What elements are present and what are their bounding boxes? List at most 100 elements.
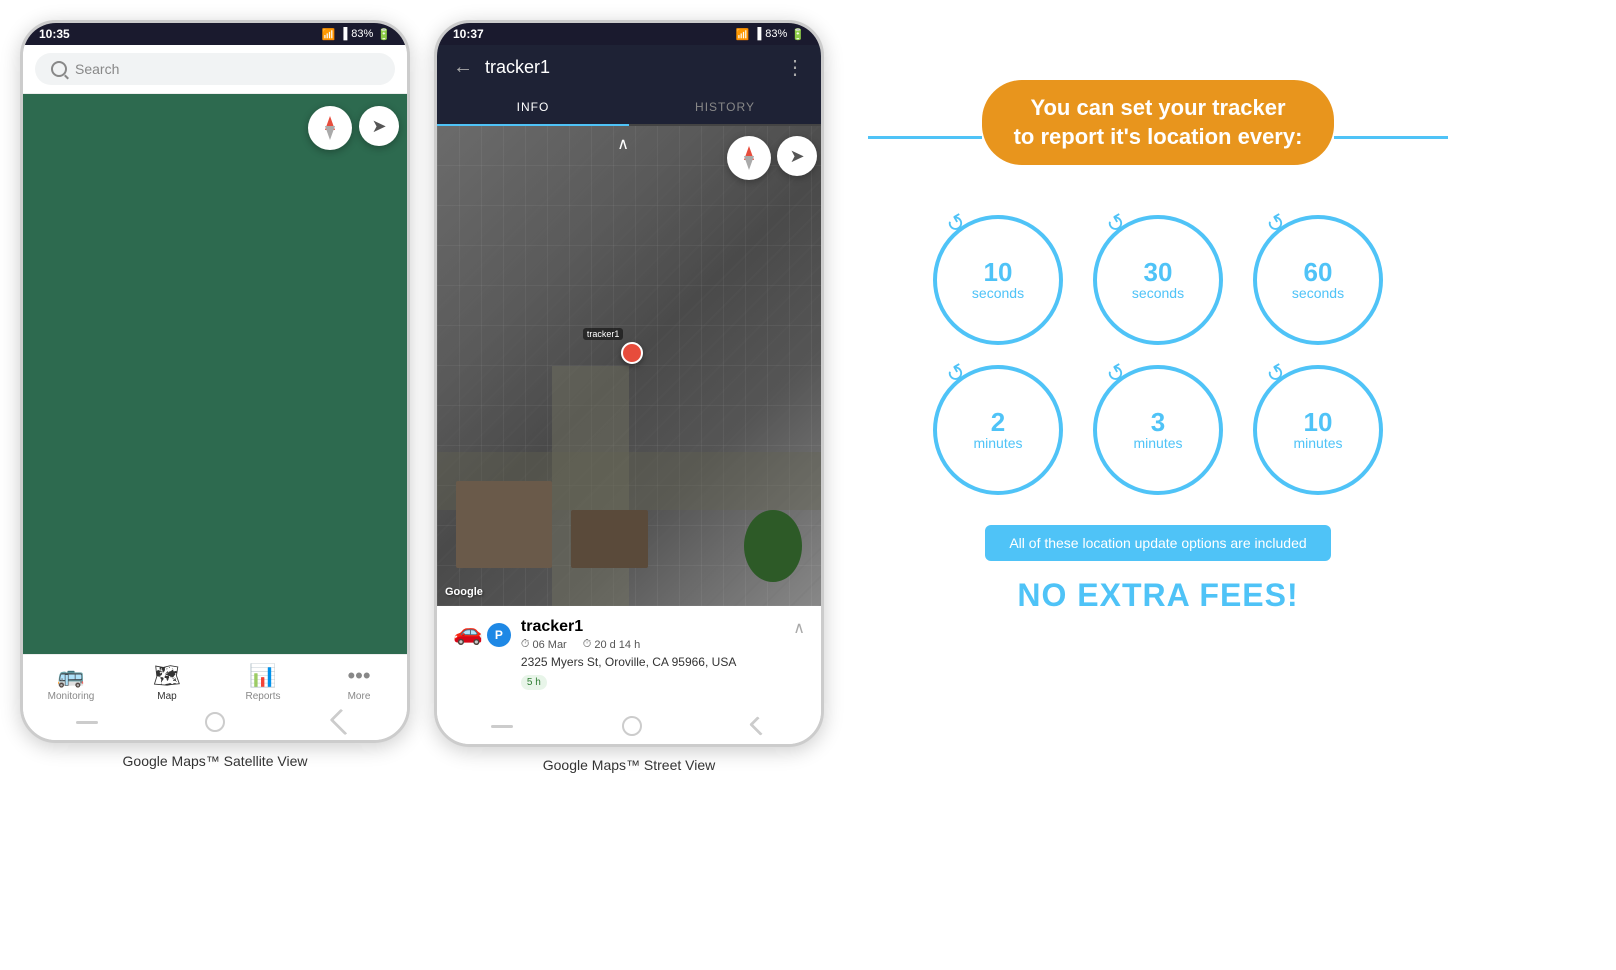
search-input-wrap[interactable]: Search bbox=[35, 53, 395, 85]
circle-number-2: 30 bbox=[1144, 259, 1173, 285]
sys-btn-back-p2[interactable] bbox=[749, 716, 769, 736]
more-button[interactable]: ⋮ bbox=[785, 55, 805, 80]
system-nav-phone2 bbox=[437, 710, 821, 744]
circle-arrow-4: ↺ bbox=[942, 358, 971, 390]
nav-item-map[interactable]: 🗺 Map bbox=[119, 663, 215, 702]
circle-arrow-3: ↺ bbox=[1262, 208, 1291, 240]
circle-30-seconds: ↺ 30 seconds bbox=[1093, 215, 1223, 345]
location-button-p2[interactable]: ➤ bbox=[777, 136, 817, 176]
no-extra-fees-text: NO EXTRA FEES! bbox=[1017, 577, 1298, 614]
monitoring-icon: 🚌 bbox=[57, 663, 84, 689]
phone2-mockup: 10:37 📶 ▐ 83% 🔋 ← tracker1 ⋮ INFO bbox=[434, 20, 824, 747]
sys-btn-recent[interactable] bbox=[76, 721, 98, 724]
tracker-label-map2: tracker1 bbox=[583, 328, 624, 340]
circle-number-5: 3 bbox=[1151, 409, 1165, 435]
bottom-nav-phone1: 🚌 Monitoring 🗺 Map 📊 Reports ••• More bbox=[23, 654, 407, 706]
sys-btn-back[interactable] bbox=[329, 709, 356, 736]
nav-label-reports: Reports bbox=[245, 691, 280, 702]
wifi-icon-p2: 📶 bbox=[736, 28, 750, 41]
tracker-address: 2325 Myers St, Oroville, CA 95966, USA bbox=[521, 655, 783, 669]
headline-wrapper: You can set your tracker to report it's … bbox=[868, 80, 1448, 195]
circle-number-4: 2 bbox=[991, 409, 1005, 435]
compass-button-p2[interactable] bbox=[727, 136, 771, 180]
headline-left-line bbox=[868, 136, 982, 139]
google-watermark-map2: Google bbox=[445, 586, 483, 598]
timer-icon: ⏱ bbox=[583, 638, 592, 651]
circle-unit-5: minutes bbox=[1133, 435, 1182, 451]
tracker-details: tracker1 ⏱ 06 Mar ⏱ 20 d 14 h 2325 Mye bbox=[521, 618, 783, 690]
meta-date: ⏱ 06 Mar bbox=[521, 638, 567, 651]
phone1-column: 10:35 📶 ▐ 83% 🔋 Search bbox=[20, 20, 410, 769]
reports-icon: 📊 bbox=[249, 663, 276, 689]
battery-text-phone1: 83% bbox=[351, 28, 373, 40]
nav-label-monitoring: Monitoring bbox=[48, 691, 95, 702]
status-time-phone1: 10:35 bbox=[39, 27, 70, 41]
circle-60-seconds: ↺ 60 seconds bbox=[1253, 215, 1383, 345]
circle-number-1: 10 bbox=[984, 259, 1013, 285]
more-icon: ••• bbox=[347, 663, 370, 689]
included-banner: All of these location update options are… bbox=[985, 525, 1330, 561]
circle-number-6: 10 bbox=[1304, 409, 1333, 435]
circle-10-seconds: ↺ 10 seconds bbox=[933, 215, 1063, 345]
circle-unit-1: seconds bbox=[972, 285, 1024, 301]
sys-btn-home[interactable] bbox=[205, 712, 225, 732]
signal-icon-p2: ▐ bbox=[753, 28, 761, 40]
circle-unit-3: seconds bbox=[1292, 285, 1344, 301]
panel-chevron[interactable]: ∧ bbox=[617, 134, 629, 154]
status-badge-5h: 5 h bbox=[521, 675, 547, 690]
tracker-info-panel: 🚗 P tracker1 ⏱ 06 Mar ⏱ 20 d 14 bbox=[437, 606, 821, 710]
nav-item-more[interactable]: ••• More bbox=[311, 663, 407, 702]
status-icons-phone2: 📶 ▐ 83% 🔋 bbox=[736, 28, 805, 41]
compass-needle-p2 bbox=[743, 146, 755, 170]
sys-btn-home-p2[interactable] bbox=[622, 716, 642, 736]
circle-unit-6: minutes bbox=[1293, 435, 1342, 451]
headline-banner: You can set your tracker to report it's … bbox=[982, 80, 1335, 165]
circle-unit-4: minutes bbox=[973, 435, 1022, 451]
sys-btn-recent-p2[interactable] bbox=[491, 725, 513, 728]
tab-info[interactable]: INFO bbox=[437, 90, 629, 126]
circle-number-3: 60 bbox=[1304, 259, 1333, 285]
nav-label-more: More bbox=[348, 691, 371, 702]
circles-grid: ↺ 10 seconds ↺ 30 seconds ↺ 60 s bbox=[933, 215, 1383, 495]
car-icon: 🚗 bbox=[453, 618, 483, 647]
tracker-p-badge: P bbox=[487, 623, 511, 647]
battery-icon-p2: 🔋 bbox=[791, 28, 805, 41]
phone2-header: ← tracker1 ⋮ bbox=[437, 45, 821, 90]
tracker-icons: 🚗 P bbox=[453, 618, 511, 647]
nav-item-reports[interactable]: 📊 Reports bbox=[215, 663, 311, 702]
nav-item-monitoring[interactable]: 🚌 Monitoring bbox=[23, 663, 119, 702]
location-icon: ➤ bbox=[371, 116, 386, 137]
status-bar-phone2: 10:37 📶 ▐ 83% 🔋 bbox=[437, 23, 821, 45]
compass-needle bbox=[324, 116, 336, 140]
circle-arrow-5: ↺ bbox=[1102, 358, 1131, 390]
phone2-caption: Google Maps™ Street View bbox=[543, 757, 716, 773]
circle-3-minutes: ↺ 3 minutes bbox=[1093, 365, 1223, 495]
header-title: tracker1 bbox=[485, 57, 773, 78]
chevron-up-icon[interactable]: ∧ bbox=[793, 618, 805, 638]
circle-unit-2: seconds bbox=[1132, 285, 1184, 301]
system-nav-phone1 bbox=[23, 706, 407, 740]
nav-label-map: Map bbox=[157, 691, 176, 702]
compass-button[interactable] bbox=[308, 106, 352, 150]
search-placeholder: Search bbox=[75, 61, 119, 77]
circle-arrow-6: ↺ bbox=[1262, 358, 1291, 390]
location-icon-p2: ➤ bbox=[789, 146, 804, 167]
trees1 bbox=[744, 510, 802, 582]
location-button[interactable]: ➤ bbox=[359, 106, 399, 146]
tabs-row: INFO HISTORY bbox=[437, 90, 821, 126]
search-bar: Search bbox=[23, 45, 407, 94]
tab-history[interactable]: HISTORY bbox=[629, 90, 821, 124]
map-icon: 🗺 bbox=[153, 663, 181, 689]
satellite-map-area[interactable]: ➤ iTrack1TE BOLD (0177) Google 200 mi500… bbox=[23, 94, 407, 654]
tracker-meta: ⏱ 06 Mar ⏱ 20 d 14 h bbox=[521, 638, 783, 651]
back-button[interactable]: ← bbox=[453, 56, 473, 79]
status-icons-phone1: 📶 ▐ 83% 🔋 bbox=[322, 28, 391, 41]
wifi-icon: 📶 bbox=[322, 28, 336, 41]
circle-arrow-1: ↺ bbox=[942, 208, 971, 240]
circle-2-minutes: ↺ 2 minutes bbox=[933, 365, 1063, 495]
headline-right-line bbox=[1334, 136, 1448, 139]
phone1-mockup: 10:35 📶 ▐ 83% 🔋 Search bbox=[20, 20, 410, 743]
phone2-column: 10:37 📶 ▐ 83% 🔋 ← tracker1 ⋮ INFO bbox=[434, 20, 824, 773]
battery-text-phone2: 83% bbox=[765, 28, 787, 40]
aerial-map-area[interactable]: ➤ tracker1 Google ∧ bbox=[437, 126, 821, 606]
